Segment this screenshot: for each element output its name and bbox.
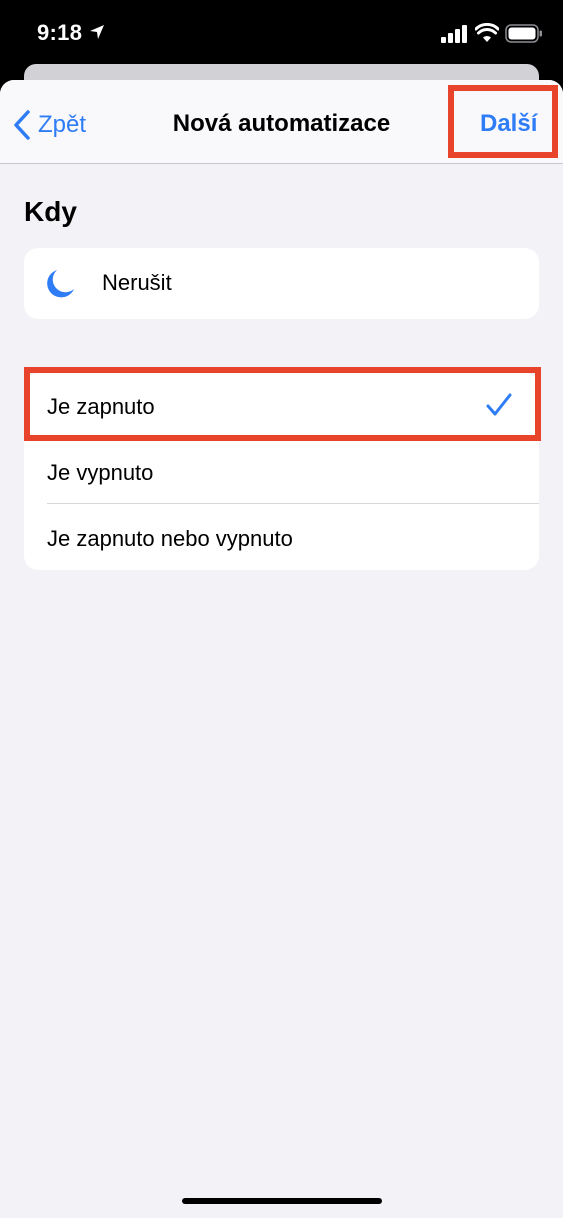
navigation-bar: Zpět Nová automatizace Další xyxy=(0,80,563,164)
section-title: Kdy xyxy=(24,196,77,227)
checkmark-icon xyxy=(486,393,512,416)
wifi-icon xyxy=(475,23,499,42)
option-label: Je zapnuto nebo vypnuto xyxy=(47,526,293,551)
cellular-signal-icon xyxy=(441,25,467,43)
page-title: Nová automatizace xyxy=(172,110,391,137)
options-list: Je zapnuto Je vypnuto Je zapnuto nebo vy… xyxy=(24,373,539,570)
option-label: Je zapnuto xyxy=(47,394,155,419)
automation-sheet: Zpět Nová automatizace Další Kdy Nerušit… xyxy=(0,80,563,1218)
battery-icon xyxy=(505,24,542,43)
option-label: Je vypnuto xyxy=(47,460,154,485)
status-bar: 9:18 xyxy=(0,0,563,68)
status-time: 9:18 xyxy=(37,20,83,45)
location-arrow-icon xyxy=(90,25,104,39)
divider xyxy=(47,503,539,504)
trigger-card[interactable]: Nerušit xyxy=(24,248,539,319)
option-row[interactable]: Je zapnuto nebo vypnuto xyxy=(24,505,539,570)
home-indicator[interactable] xyxy=(182,1198,382,1204)
divider xyxy=(47,437,539,438)
moon-icon xyxy=(47,270,74,298)
option-row[interactable]: Je vypnuto xyxy=(24,439,539,504)
option-row[interactable]: Je zapnuto xyxy=(24,373,539,438)
trigger-label: Nerušit xyxy=(102,270,172,295)
next-button[interactable]: Další xyxy=(480,110,537,138)
